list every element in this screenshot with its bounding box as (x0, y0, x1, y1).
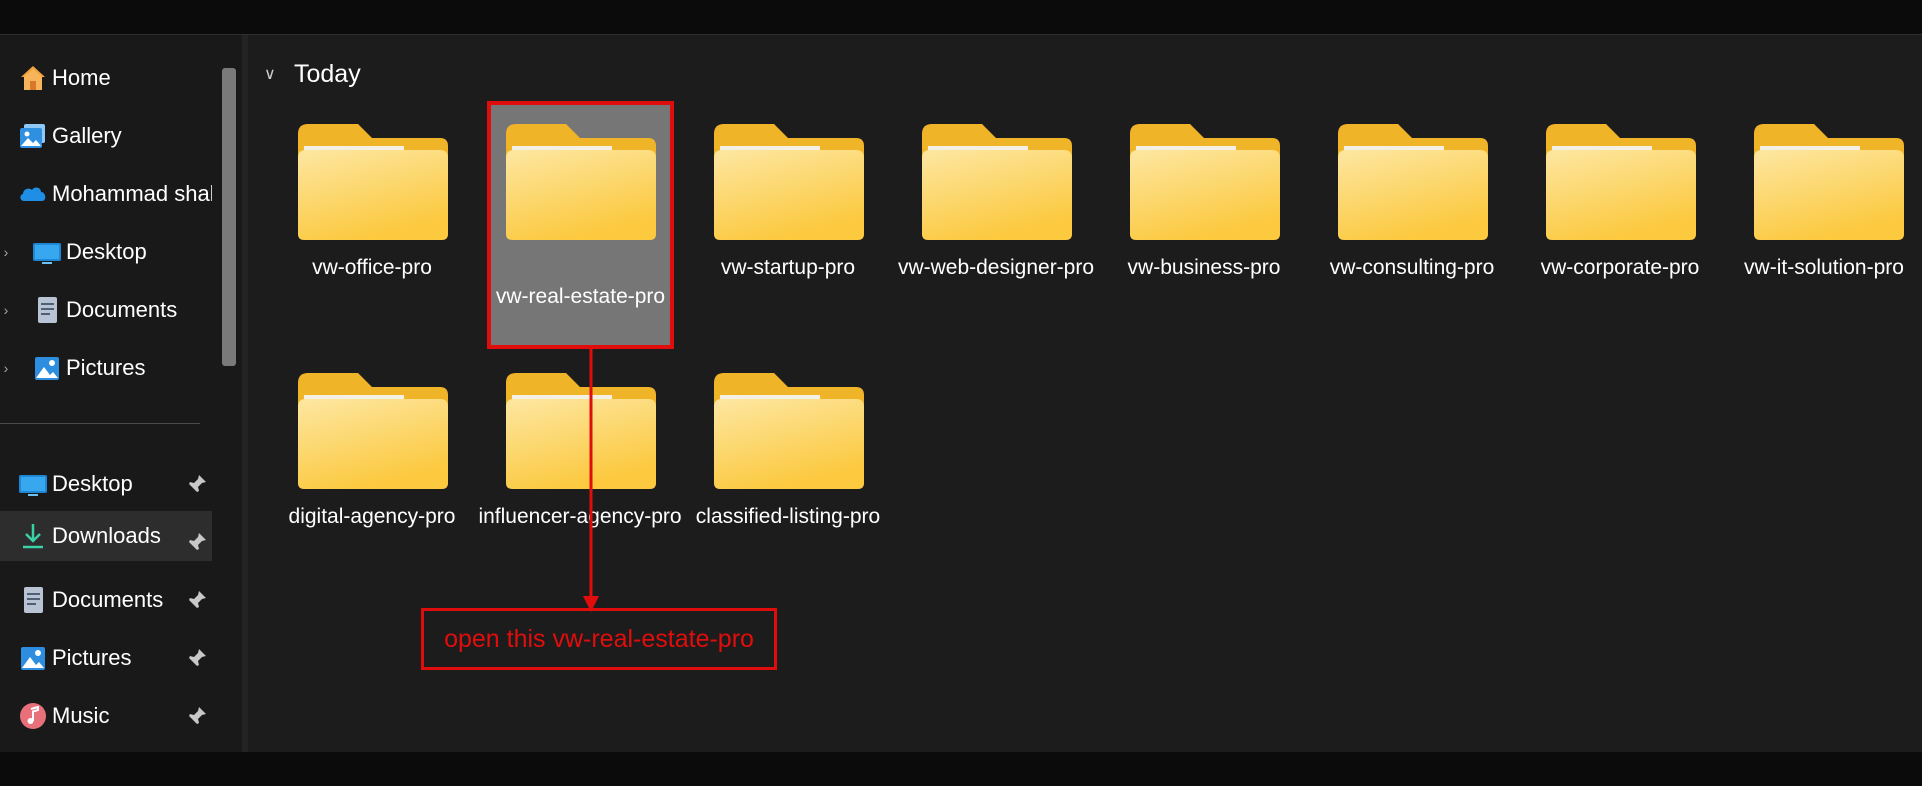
annotation-callout: open this vw-real-estate-pro (421, 608, 777, 670)
status-bar (0, 752, 1922, 786)
annotation-arrow (583, 349, 599, 612)
annotation-text: open this vw-real-estate-pro (444, 624, 754, 653)
